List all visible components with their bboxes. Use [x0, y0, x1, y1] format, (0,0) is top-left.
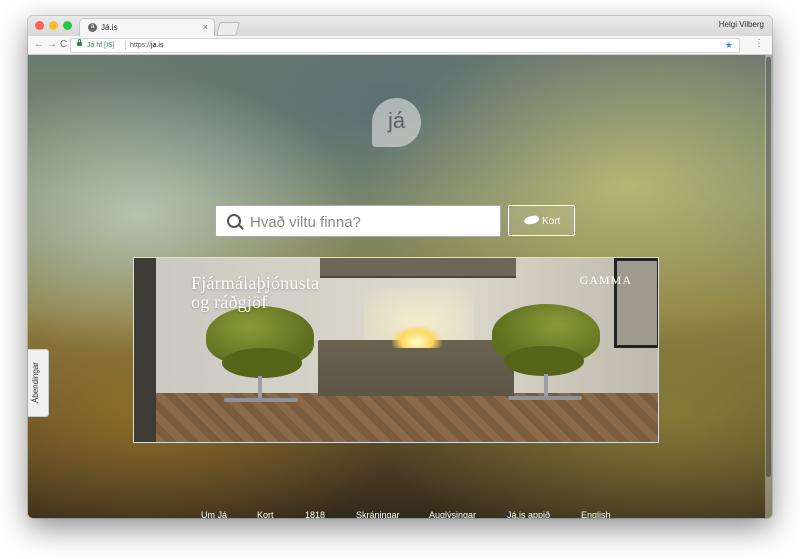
ad-brand-logo: GAMMA	[579, 273, 632, 287]
ad-banner[interactable]: Fjármálaþjónusta og ráðgjöf GAMMA	[133, 257, 659, 443]
feedback-tab[interactable]: Ábendingar	[28, 349, 49, 417]
ja-logo[interactable]: já	[372, 98, 421, 147]
url-text: https://ja.is	[130, 39, 163, 52]
ad-fire	[392, 326, 442, 348]
footer-link-skraningar[interactable]: Skráningar	[356, 510, 400, 518]
ad-chair-left	[206, 306, 314, 406]
profile-name[interactable]: Helgi Vilberg	[719, 20, 764, 29]
map-button[interactable]: Kort	[508, 205, 575, 236]
chair-seat	[222, 348, 302, 378]
address-divider	[125, 41, 126, 50]
page-content: já Kort	[28, 55, 772, 518]
tab-close-icon[interactable]: ×	[203, 21, 208, 34]
browser-toolbar: ← → C Já hf [IS] https://ja.is ★ ⋮	[28, 36, 772, 55]
window-controls	[35, 21, 72, 30]
footer-link-app[interactable]: Já.is appið	[507, 510, 550, 518]
ad-pillar	[134, 258, 156, 442]
browser-tab[interactable]: á Já.is ×	[80, 19, 214, 36]
footer-link-1818[interactable]: 1818	[305, 510, 325, 518]
iceland-map-icon	[523, 214, 540, 226]
browser-window: á Já.is × Helgi Vilberg ← → C Já hf [IS]…	[28, 16, 772, 518]
ad-chair-right	[492, 304, 600, 404]
ad-headline-line1: Fjármálaþjónusta	[191, 273, 320, 293]
chair-seat	[504, 346, 584, 376]
ad-headline: Fjármálaþjónusta og ráðgjöf	[191, 274, 319, 312]
new-tab-button[interactable]	[216, 22, 240, 36]
search-box[interactable]	[215, 205, 501, 237]
map-button-label: Kort	[542, 216, 561, 227]
search-input[interactable]	[248, 210, 482, 234]
close-window-button[interactable]	[35, 21, 44, 30]
title-bar: á Já.is × Helgi Vilberg	[28, 16, 772, 36]
scrollbar-thumb[interactable]	[766, 57, 771, 477]
reload-icon[interactable]: C	[60, 38, 67, 52]
forward-arrow-icon[interactable]: →	[47, 38, 57, 52]
chair-base	[508, 396, 582, 400]
ad-headline-line2: og ráðgjöf	[191, 292, 268, 312]
bookmark-star-icon[interactable]: ★	[725, 39, 733, 52]
url-host: ja.is	[151, 42, 164, 49]
maximize-window-button[interactable]	[63, 21, 72, 30]
tab-title: Já.is	[101, 23, 118, 32]
security-label: Já hf [IS]	[87, 42, 115, 49]
footer-nav: Um Já Kort 1818 Skráningar Auglýsingar J…	[28, 510, 772, 518]
ad-fireplace	[318, 340, 514, 396]
favicon-icon: á	[88, 23, 97, 32]
search-icon	[227, 214, 241, 228]
ad-painting	[614, 258, 658, 348]
footer-link-um-ja[interactable]: Um Já	[201, 510, 227, 518]
address-bar[interactable]: Já hf [IS] https://ja.is ★	[70, 38, 740, 53]
footer-link-english[interactable]: English	[581, 510, 611, 518]
browser-menu-icon[interactable]: ⋮	[754, 38, 764, 49]
lock-icon	[77, 39, 82, 46]
scrollbar[interactable]	[765, 55, 772, 518]
back-arrow-icon[interactable]: ←	[34, 38, 44, 52]
feedback-tab-label: Ábendingar	[31, 362, 40, 403]
footer-link-kort[interactable]: Kort	[257, 510, 274, 518]
minimize-window-button[interactable]	[49, 21, 58, 30]
ad-mantel	[320, 258, 516, 278]
logo-text: já	[387, 108, 406, 133]
footer-link-auglysingar[interactable]: Auglýsingar	[429, 510, 476, 518]
chair-base	[224, 398, 298, 402]
url-scheme: https://	[130, 42, 152, 49]
